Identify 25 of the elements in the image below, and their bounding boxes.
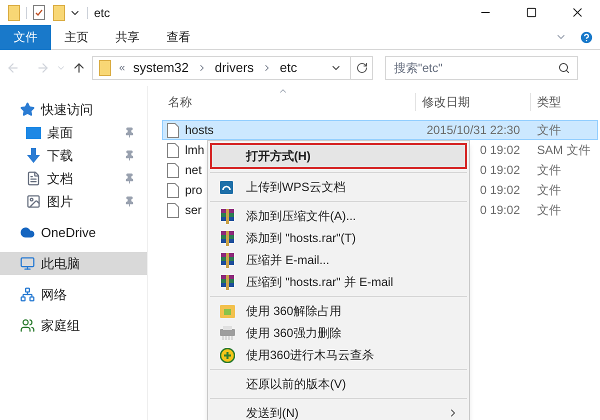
type-cell-text: 文件	[536, 162, 561, 179]
file-name: ser	[185, 202, 202, 219]
sidebar-label: 此电脑	[41, 254, 81, 273]
sidebar-label: 网络	[41, 286, 68, 304]
file-name: net	[185, 162, 202, 179]
sidebar-label: 快速访问	[41, 100, 94, 119]
date-cell-text: 0 19:02	[480, 182, 520, 199]
type-cell-text: 文件	[536, 182, 561, 199]
sidebar-label: 桌面	[47, 124, 74, 142]
window-title: etc	[94, 4, 110, 22]
file-name: pro	[185, 182, 202, 199]
sidebar-label: 图片	[47, 192, 74, 211]
file-name: lmh	[185, 142, 204, 159]
sidebar-label: OneDrive	[41, 224, 97, 242]
type-cell-text: SAM 文件	[536, 142, 590, 159]
type-cell-text: 文件	[536, 202, 561, 219]
sidebar-label: 家庭组	[41, 316, 81, 335]
file-name: hosts	[185, 122, 214, 139]
sidebar-label: 下载	[47, 146, 74, 165]
date-cell-text: 0 19:02	[480, 202, 520, 219]
date-cell-text: 0 19:02	[480, 162, 520, 179]
date-cell-text: 2015/10/31 22:30	[426, 122, 520, 139]
date-cell-text: 0 19:02	[480, 142, 520, 159]
type-cell-text: 文件	[536, 122, 561, 139]
sidebar-label: 文档	[47, 170, 74, 188]
